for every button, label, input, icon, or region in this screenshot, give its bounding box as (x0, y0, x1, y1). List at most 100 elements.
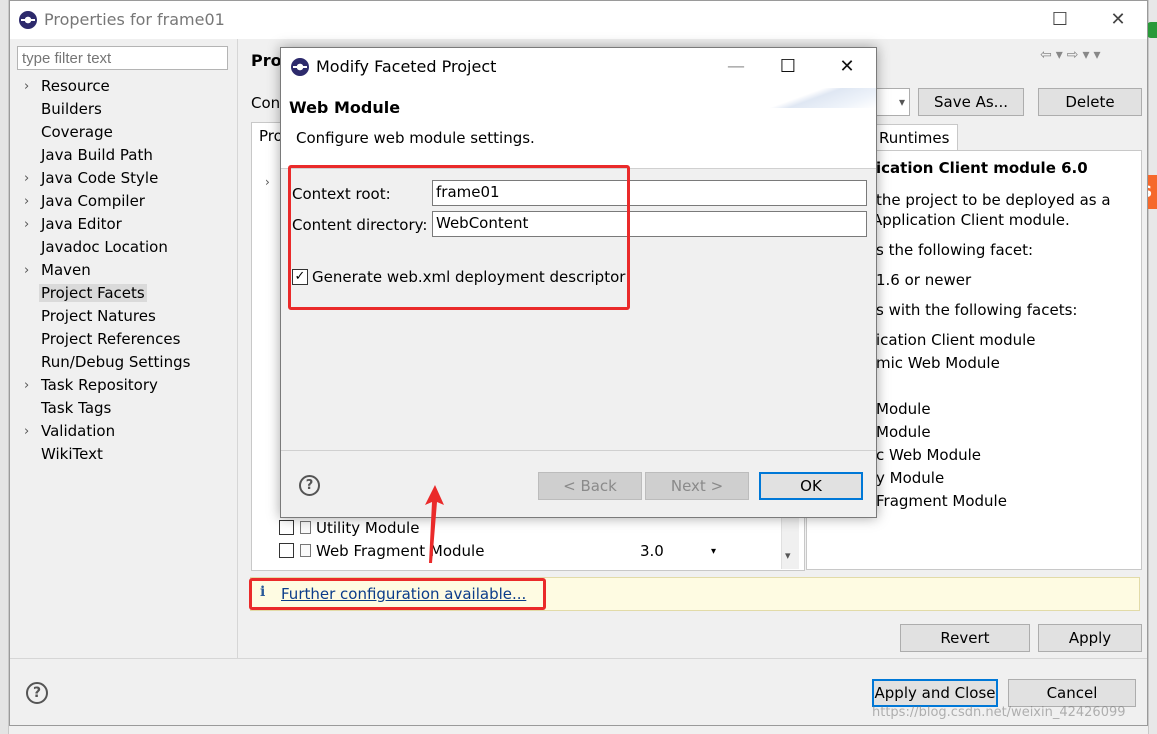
chevron-right-icon[interactable]: › (24, 374, 29, 397)
tree-item[interactable]: › Java Compiler (10, 190, 236, 213)
facet-details-line: Module (876, 400, 931, 418)
tree-item[interactable]: Coverage (10, 121, 236, 144)
tree-item[interactable]: › Java Code Style (10, 167, 236, 190)
configuration-label: Con (251, 94, 281, 112)
dialog-title: Modify Faceted Project (316, 57, 497, 76)
tree-item-label: Maven (41, 261, 91, 279)
properties-tree: › Resource Builders Coverage Java Build Path… (10, 75, 236, 466)
facet-row[interactable]: Web Fragment Module 3.0 ▾ (279, 540, 779, 563)
chevron-right-icon[interactable]: › (265, 175, 270, 189)
highlight-box-info-link (249, 578, 546, 610)
tree-item-label: Coverage (41, 123, 113, 141)
bottom-divider (10, 658, 1147, 659)
properties-titlebar: Properties for frame01 ☐ ✕ (10, 1, 1147, 39)
tree-item[interactable]: Builders (10, 98, 236, 121)
tree-item-label: Project References (41, 330, 181, 348)
tree-item-label: Validation (41, 422, 116, 440)
facet-details-line: s with the following facets: (876, 301, 1078, 319)
tab-runtimes[interactable]: Runtimes (876, 124, 959, 150)
tree-item[interactable]: › Maven (10, 259, 236, 282)
pane-divider[interactable] (237, 39, 238, 659)
document-icon (300, 544, 311, 557)
facet-row[interactable]: Utility Module (279, 517, 779, 540)
facet-details-line: c Web Module (876, 446, 982, 464)
help-icon[interactable]: ? (26, 682, 48, 704)
revert-button[interactable]: Revert (900, 624, 1030, 652)
maximize-icon[interactable]: ☐ (1037, 7, 1083, 33)
facet-name: Utility Module (316, 519, 420, 537)
chevron-down-icon[interactable]: ▾ (785, 549, 791, 562)
minimize-icon[interactable]: — (713, 54, 759, 80)
annotation-arrow-icon (425, 485, 444, 563)
facet-version[interactable]: 3.0 (640, 540, 664, 563)
window-title: Properties for frame01 (44, 10, 225, 29)
tree-item[interactable]: Project Facets (10, 282, 236, 305)
tree-item[interactable]: Run/Debug Settings (10, 351, 236, 374)
tree-item-label: Run/Debug Settings (41, 353, 191, 371)
tree-item-label: Task Tags (41, 399, 112, 417)
tree-item[interactable]: Javadoc Location (10, 236, 236, 259)
chevron-right-icon[interactable]: › (24, 167, 29, 190)
close-icon[interactable]: ✕ (1095, 7, 1141, 33)
modify-faceted-project-dialog: Modify Faceted Project — ☐ ✕ Web Module … (280, 47, 877, 518)
tree-item[interactable]: › Validation (10, 420, 236, 443)
dialog-titlebar: Modify Faceted Project — ☐ ✕ (281, 48, 876, 84)
tree-item[interactable]: Java Build Path (10, 144, 236, 167)
facet-details-line: ication Client module (876, 331, 1036, 349)
facet-details-line: Module (876, 423, 931, 441)
chevron-right-icon[interactable]: › (24, 420, 29, 443)
tree-item[interactable]: Project References (10, 328, 236, 351)
apply-and-close-button[interactable]: Apply and Close (872, 679, 998, 707)
back-button[interactable]: < Back (538, 472, 642, 500)
tree-item-label: Java Compiler (41, 192, 145, 210)
facet-details-line: y Module (876, 469, 945, 487)
facet-details-heading: ication Client module 6.0 (876, 159, 1088, 177)
dialog-heading: Web Module (289, 98, 401, 117)
tree-item[interactable]: Task Tags (10, 397, 236, 420)
close-icon[interactable]: ✕ (824, 54, 870, 80)
ok-button[interactable]: OK (759, 472, 863, 500)
highlight-box-settings (288, 165, 630, 310)
watermark: https://blog.csdn.net/weixin_42426099 (872, 705, 1126, 720)
facet-checkbox[interactable] (279, 520, 294, 535)
tree-item-label: Javadoc Location (41, 238, 168, 256)
chevron-right-icon[interactable]: › (24, 75, 29, 98)
tree-item-label: Java Code Style (41, 169, 159, 187)
button-bar-separator (281, 450, 876, 451)
delete-button[interactable]: Delete (1038, 88, 1142, 116)
chevron-right-icon[interactable]: › (24, 190, 29, 213)
chevron-right-icon[interactable]: › (24, 213, 29, 236)
tree-item-label: Resource (41, 77, 110, 95)
eclipse-icon (19, 11, 37, 29)
maximize-icon[interactable]: ☐ (765, 54, 811, 80)
banner-decoration (736, 88, 876, 108)
tree-item-label: Task Repository (41, 376, 158, 394)
version-dropdown-icon[interactable]: ▾ (711, 540, 716, 563)
facet-rows: Utility Module Web Fragment Module 3.0 ▾ (279, 517, 779, 563)
apply-button[interactable]: Apply (1038, 624, 1142, 652)
tree-item[interactable]: › Java Editor (10, 213, 236, 236)
facet-details-line: Fragment Module (876, 492, 1007, 510)
eclipse-icon (291, 58, 309, 76)
cancel-button[interactable]: Cancel (1008, 679, 1136, 707)
page-navigation-arrows[interactable]: ⇦▾⇨▾▾ (1040, 47, 1105, 63)
tree-item[interactable]: › Resource (10, 75, 236, 98)
next-button[interactable]: Next > (645, 472, 749, 500)
tree-item[interactable]: › Task Repository (10, 374, 236, 397)
chevron-right-icon[interactable]: › (24, 259, 29, 282)
tree-item[interactable]: Project Natures (10, 305, 236, 328)
tree-item[interactable]: WikiText (10, 443, 236, 466)
facet-details-line: s the following facet: (876, 241, 1034, 259)
document-icon (300, 521, 311, 534)
help-icon[interactable]: ? (299, 475, 320, 496)
facet-name: Web Fragment Module (316, 542, 485, 560)
background-window-edge (0, 0, 9, 734)
filter-input[interactable] (17, 46, 228, 70)
facet-checkbox[interactable] (279, 543, 294, 558)
save-as-button[interactable]: Save As... (918, 88, 1024, 116)
facet-details-line: 1.6 or newer (876, 271, 972, 289)
tree-item-label: Builders (41, 100, 102, 118)
tree-item-label: Project Natures (41, 307, 156, 325)
dialog-description: Configure web module settings. (296, 129, 535, 147)
tree-item-label: Project Facets (39, 284, 147, 302)
